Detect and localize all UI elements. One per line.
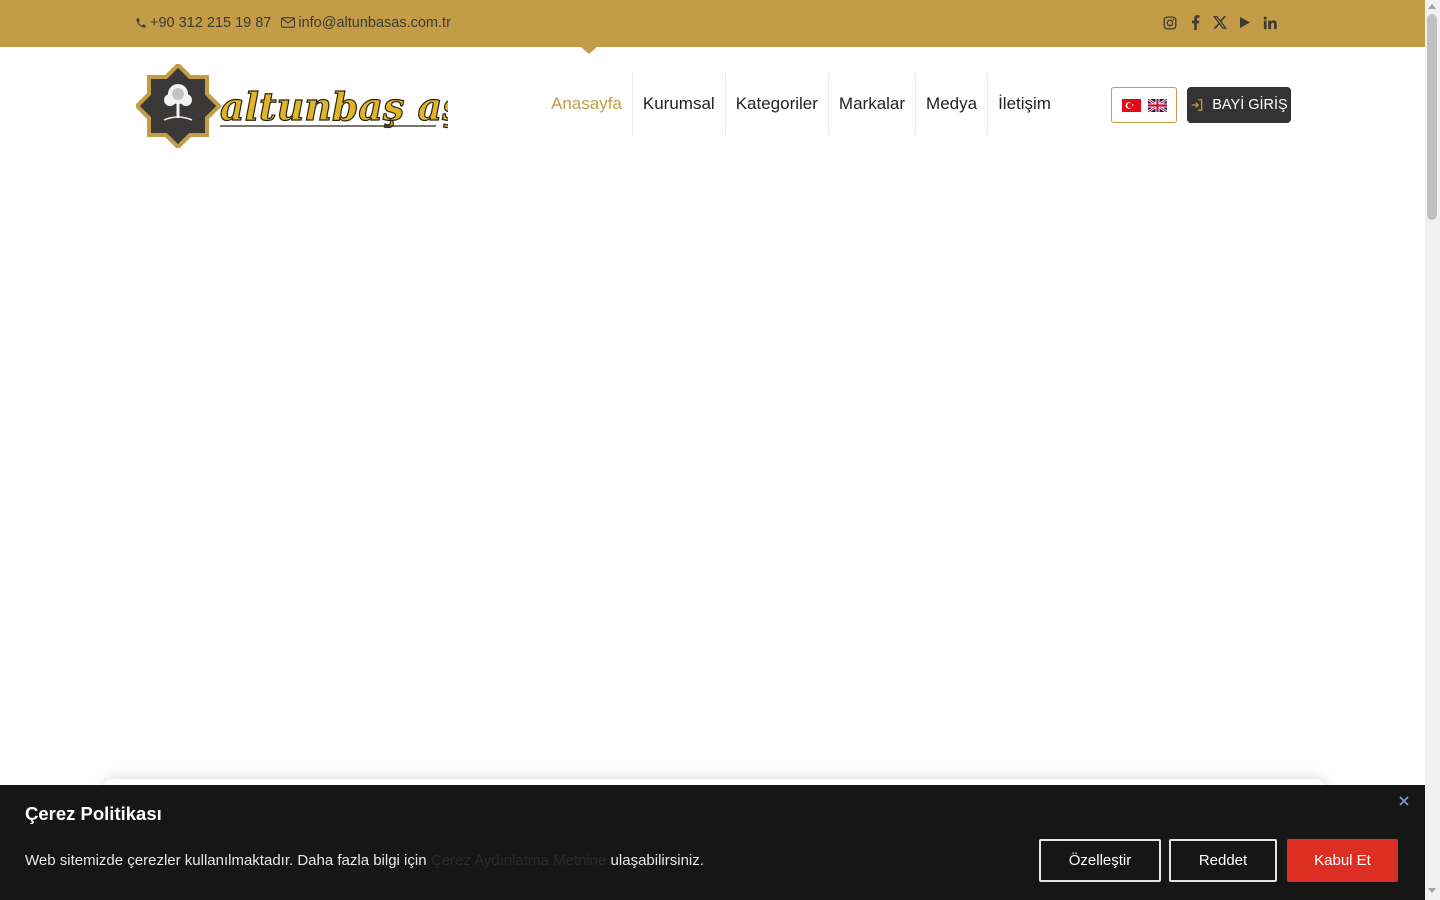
- scrollbar-thumb[interactable]: [1427, 14, 1437, 220]
- cookie-title: Çerez Politikası: [25, 803, 162, 824]
- nav-item-markalar[interactable]: Markalar: [827, 73, 915, 135]
- phone-number: +90 312 215 19 87: [150, 14, 272, 31]
- active-nav-indicator: [581, 47, 597, 54]
- email-address: info@altunbasas.com.tr: [298, 14, 451, 31]
- top-bar: +90 312 215 19 87 info@altunbasas.com.tr: [0, 0, 1425, 54]
- language-switcher: [1111, 87, 1177, 123]
- x-icon[interactable]: [1213, 16, 1227, 30]
- reject-button[interactable]: Reddet: [1169, 839, 1277, 882]
- page-scrollbar[interactable]: [1425, 0, 1440, 900]
- main-navigation: Anasayfa Kurumsal Kategoriler Markalar M…: [540, 73, 1061, 135]
- email-link[interactable]: info@altunbasas.com.tr: [281, 15, 451, 31]
- instagram-icon[interactable]: [1163, 16, 1177, 30]
- cookie-message: Web sitemizde çerezler kullanılmaktadır.…: [25, 852, 704, 869]
- facebook-icon[interactable]: [1188, 15, 1202, 30]
- close-icon[interactable]: [1397, 794, 1411, 808]
- phone-link[interactable]: +90 312 215 19 87: [135, 15, 271, 31]
- nav-item-medya[interactable]: Medya: [915, 73, 987, 135]
- dealer-login-button[interactable]: BAYİ GİRİŞ: [1187, 87, 1291, 123]
- turkey-flag-icon[interactable]: [1121, 98, 1141, 112]
- nav-item-iletisim[interactable]: İletişim: [987, 73, 1061, 135]
- site-logo[interactable]: altunbaş aş.: [134, 62, 478, 150]
- nav-item-kurumsal[interactable]: Kurumsal: [631, 73, 725, 135]
- scroll-up-icon[interactable]: [1428, 4, 1436, 9]
- customize-button[interactable]: Özelleştir: [1039, 839, 1161, 882]
- cookie-policy-link[interactable]: Çerez Aydınlatma Metnine: [431, 852, 607, 869]
- cookie-text-after: ulaşabilirsiniz.: [606, 852, 704, 869]
- dealer-login-label: BAYİ GİRİŞ: [1212, 97, 1288, 113]
- sign-in-icon: [1192, 99, 1203, 111]
- nav-item-kategoriler[interactable]: Kategoriler: [724, 73, 828, 135]
- nav-item-anasayfa[interactable]: Anasayfa: [540, 73, 632, 135]
- envelope-icon: [281, 17, 296, 28]
- linkedin-icon[interactable]: [1263, 16, 1277, 30]
- scroll-down-icon[interactable]: [1428, 888, 1436, 893]
- contact-info: +90 312 215 19 87 info@altunbasas.com.tr: [135, 0, 451, 45]
- phone-icon: [136, 18, 146, 27]
- accept-button[interactable]: Kabul Et: [1287, 839, 1398, 882]
- svg-text:altunbaş aş.: altunbaş aş.: [220, 84, 448, 129]
- social-links: [1163, 0, 1277, 45]
- cookie-banner: Çerez Politikası Web sitemizde çerezler …: [0, 785, 1425, 900]
- uk-flag-icon[interactable]: [1147, 98, 1167, 112]
- cookie-text-before: Web sitemizde çerezler kullanılmaktadır.…: [25, 852, 431, 869]
- youtube-icon[interactable]: [1238, 16, 1252, 30]
